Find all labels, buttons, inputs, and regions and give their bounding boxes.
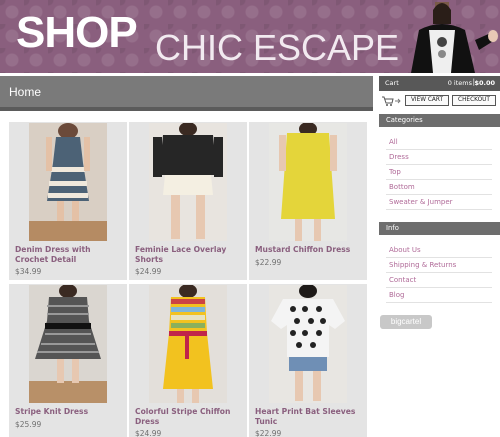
divider <box>386 287 492 288</box>
divider <box>386 179 492 180</box>
product-name[interactable]: Feminie Lace Overlay Shorts <box>135 245 245 265</box>
product-card[interactable]: Heart Print Bat Sleeves Tunic $22.99 <box>249 284 367 437</box>
brand-name[interactable]: CHIC ESCAPE <box>155 28 399 68</box>
product-card[interactable]: Mustard Chiffon Dress $22.99 <box>249 122 367 280</box>
page-title: Home <box>9 85 42 99</box>
cart-total: $0.00 <box>474 79 495 87</box>
cart-bar: Cart 0 items | $0.00 <box>379 76 500 91</box>
product-price: $22.99 <box>255 429 282 437</box>
product-price: $22.99 <box>255 258 282 267</box>
categories-header: Categories <box>379 114 500 127</box>
divider <box>386 209 492 210</box>
info-link-contact[interactable]: Contact <box>389 276 489 284</box>
info-header: Info <box>379 222 500 235</box>
product-price: $24.99 <box>135 429 162 437</box>
product-card[interactable]: Colorful Stripe Chiffon Dress $24.99 <box>129 284 247 437</box>
cart-item-count: 0 items <box>447 79 472 87</box>
product-card[interactable]: Feminie Lace Overlay Shorts $24.99 <box>129 122 247 280</box>
heart-tunic-photo[interactable] <box>269 285 347 403</box>
home-title-bar: Home <box>0 76 373 111</box>
checkout-button[interactable]: CHECKOUT <box>452 95 496 106</box>
info-link-blog[interactable]: Blog <box>389 291 489 299</box>
category-link-top[interactable]: Top <box>389 168 489 176</box>
category-link-dress[interactable]: Dress <box>389 153 489 161</box>
categories-title: Categories <box>386 116 423 124</box>
cart-label: Cart <box>385 79 399 87</box>
category-link-sweater-jumper[interactable]: Sweater & Jumper <box>389 198 489 206</box>
divider <box>386 194 492 195</box>
product-card[interactable]: Denim Dress with Crochet Detail $34.99 <box>9 122 127 280</box>
product-price: $25.99 <box>15 420 42 429</box>
product-name[interactable]: Heart Print Bat Sleeves Tunic <box>255 407 365 427</box>
header-banner[interactable]: SHOP CHIC ESCAPE <box>0 0 500 73</box>
product-price: $24.99 <box>135 267 162 276</box>
divider <box>386 257 492 258</box>
view-cart-button[interactable]: VIEW CART <box>405 95 449 106</box>
product-name[interactable]: Stripe Knit Dress <box>15 407 125 417</box>
lace-shorts-photo[interactable] <box>149 123 227 241</box>
shopping-cart-icon <box>382 96 401 106</box>
bigcartel-badge[interactable]: bigcartel <box>380 315 432 329</box>
product-name[interactable]: Denim Dress with Crochet Detail <box>15 245 125 265</box>
stripe-knit-dress-photo[interactable] <box>29 285 107 403</box>
product-price: $34.99 <box>15 267 42 276</box>
info-link-shipping-returns[interactable]: Shipping & Returns <box>389 261 489 269</box>
divider <box>386 272 492 273</box>
divider <box>386 149 492 150</box>
category-link-bottom[interactable]: Bottom <box>389 183 489 191</box>
divider <box>386 302 492 303</box>
shop-wordmark[interactable]: SHOP <box>16 6 138 60</box>
product-card[interactable]: Stripe Knit Dress $25.99 <box>9 284 127 437</box>
colorful-stripe-dress-photo[interactable] <box>149 285 227 403</box>
divider <box>386 164 492 165</box>
product-name[interactable]: Mustard Chiffon Dress <box>255 245 365 255</box>
banner-model-photo <box>411 2 498 73</box>
product-name[interactable]: Colorful Stripe Chiffon Dress <box>135 407 245 427</box>
denim-dress-photo[interactable] <box>29 123 107 241</box>
mustard-dress-photo[interactable] <box>269 123 347 241</box>
info-link-about-us[interactable]: About Us <box>389 246 489 254</box>
category-link-all[interactable]: All <box>389 138 489 146</box>
info-title: Info <box>386 224 399 232</box>
